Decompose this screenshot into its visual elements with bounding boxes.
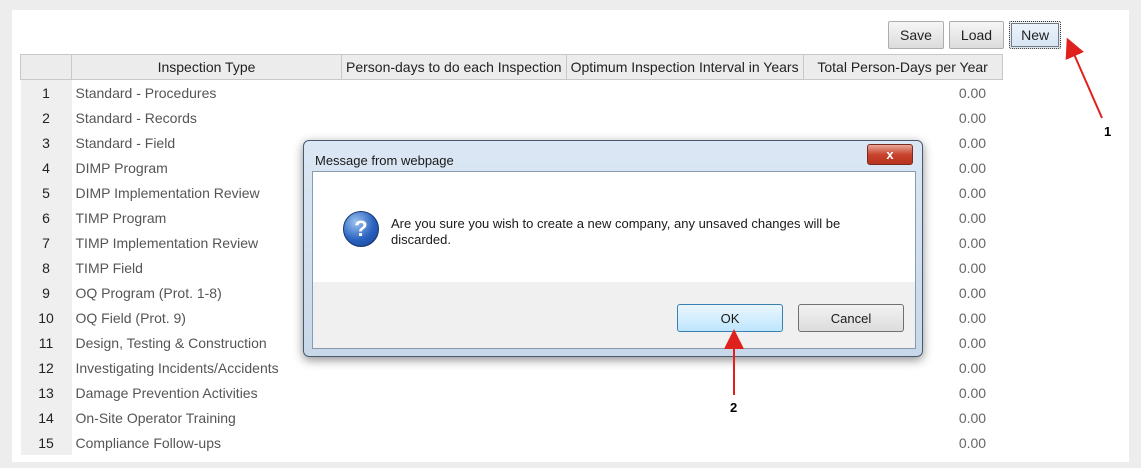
ok-button[interactable]: OK (677, 304, 783, 332)
row-number: 6 (20, 205, 72, 230)
person-days-cell[interactable] (342, 105, 567, 130)
row-number: 7 (20, 230, 72, 255)
table-row: 13 Damage Prevention Activities 0.00 (20, 380, 1003, 405)
row-number: 2 (20, 105, 72, 130)
inspection-type-cell: Damage Prevention Activities (75, 384, 258, 401)
total-cell: 0.00 (958, 84, 987, 101)
row-number: 4 (20, 155, 72, 180)
dialog-body: ? Are you sure you wish to create a new … (312, 171, 916, 349)
total-cell: 0.00 (958, 434, 987, 451)
dialog-message: Are you sure you wish to create a new co… (391, 216, 841, 247)
cancel-button[interactable]: Cancel (798, 304, 904, 332)
person-days-cell[interactable] (342, 405, 567, 430)
interval-cell[interactable] (566, 355, 803, 380)
row-number: 8 (20, 255, 72, 280)
column-header-person-days: Person-days to do each Inspection (341, 54, 567, 80)
row-number: 9 (20, 280, 72, 305)
interval-cell[interactable] (566, 105, 803, 130)
row-number: 15 (20, 430, 72, 455)
page-frame-right (1129, 0, 1141, 468)
table-row: 15 Compliance Follow-ups 0.00 (20, 430, 1003, 455)
save-button[interactable]: Save (888, 21, 944, 49)
row-number: 3 (20, 130, 72, 155)
confirm-dialog: Message from webpage x ? Are you sure yo… (303, 140, 923, 357)
inspection-type-cell: Standard - Procedures (75, 84, 217, 101)
row-number: 11 (20, 330, 72, 355)
row-number: 5 (20, 180, 72, 205)
inspection-type-cell: On-Site Operator Training (75, 409, 236, 426)
person-days-cell[interactable] (342, 80, 567, 106)
total-cell: 0.00 (958, 384, 987, 401)
interval-cell[interactable] (566, 405, 803, 430)
interval-cell[interactable] (566, 380, 803, 405)
inspection-type-cell: Standard - Field (75, 134, 176, 151)
table-row: 12 Investigating Incidents/Accidents 0.00 (20, 355, 1003, 380)
page-frame-bottom (0, 462, 1141, 468)
inspection-type-cell: Design, Testing & Construction (75, 334, 267, 351)
new-button[interactable]: New (1009, 21, 1062, 49)
question-icon: ? (343, 211, 379, 247)
person-days-cell[interactable] (342, 430, 567, 455)
person-days-cell[interactable] (342, 380, 567, 405)
inspection-type-cell: OQ Program (Prot. 1-8) (75, 284, 222, 301)
row-number: 10 (20, 305, 72, 330)
dialog-content: ? Are you sure you wish to create a new … (313, 172, 915, 282)
row-number: 1 (20, 79, 72, 105)
inspection-type-cell: OQ Field (Prot. 9) (75, 309, 186, 326)
inspection-type-cell: DIMP Program (75, 159, 168, 176)
inspection-type-cell: DIMP Implementation Review (75, 184, 260, 201)
inspection-type-cell: Standard - Records (75, 109, 197, 126)
row-number: 13 (20, 380, 72, 405)
row-number: 12 (20, 355, 72, 380)
person-days-cell[interactable] (342, 355, 567, 380)
interval-cell[interactable] (566, 80, 803, 106)
annotation-label-2: 2 (730, 400, 738, 415)
interval-cell[interactable] (566, 430, 803, 455)
load-button[interactable]: Load (948, 21, 1005, 49)
annotation-arrow-1 (1065, 37, 1103, 119)
total-cell: 0.00 (958, 109, 987, 126)
inspection-type-cell: Investigating Incidents/Accidents (75, 359, 279, 376)
column-header-inspection-type: Inspection Type (71, 54, 342, 80)
page-frame-left (0, 0, 12, 468)
total-cell: 0.00 (958, 359, 987, 376)
column-header-total: Total Person-Days per Year (802, 54, 1003, 80)
page-frame-top (0, 0, 1141, 10)
inspection-type-cell: TIMP Program (75, 209, 167, 226)
row-number-header (20, 54, 72, 80)
close-label: x (886, 147, 894, 162)
dialog-title: Message from webpage (315, 153, 454, 168)
table-row: 1 Standard - Procedures 0.00 (20, 79, 1003, 106)
inspection-type-cell: Compliance Follow-ups (75, 434, 222, 451)
row-number: 14 (20, 405, 72, 430)
total-cell: 0.00 (958, 409, 987, 426)
inspection-type-cell: TIMP Field (75, 259, 143, 276)
table-row: 14 On-Site Operator Training 0.00 (20, 405, 1003, 430)
annotation-label-1: 1 (1104, 124, 1112, 139)
toolbar: Save Load New (888, 21, 1062, 49)
column-header-interval: Optimum Inspection Interval in Years (565, 54, 804, 80)
table-header-row: Inspection Type Person-days to do each I… (20, 54, 1003, 80)
inspection-type-cell: TIMP Implementation Review (75, 234, 259, 251)
table-row: 2 Standard - Records 0.00 (20, 105, 1003, 130)
close-icon[interactable]: x (867, 144, 913, 165)
